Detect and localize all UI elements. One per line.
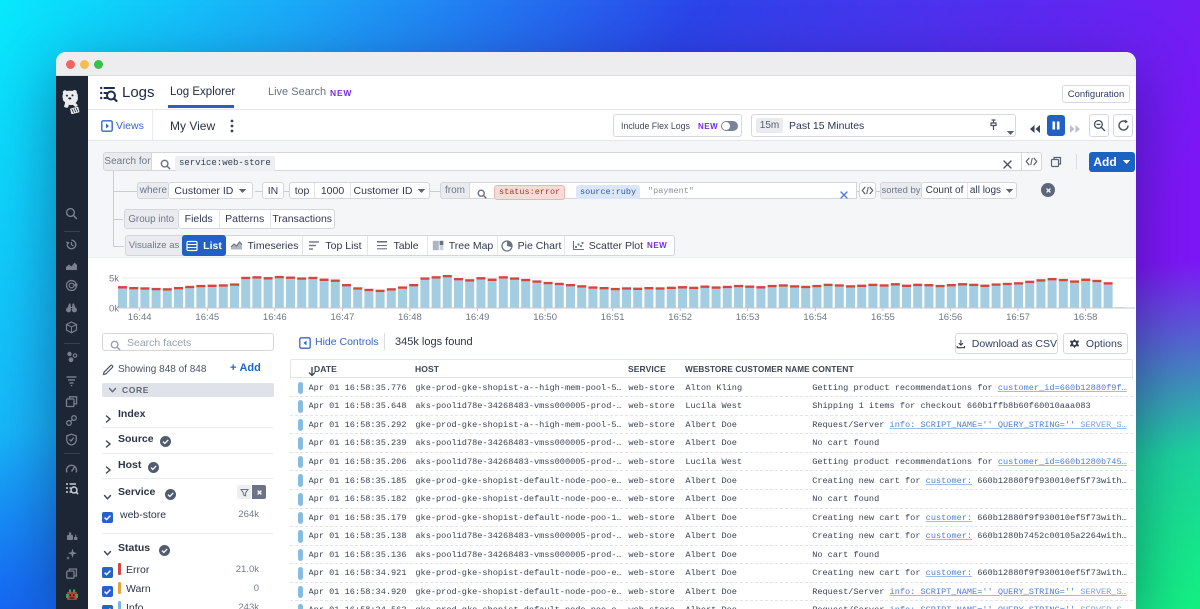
svg-text:16:49: 16:49 — [466, 312, 490, 323]
svg-text:16:48: 16:48 — [398, 312, 422, 323]
svg-text:16:46: 16:46 — [263, 312, 287, 323]
svg-text:16:53: 16:53 — [736, 312, 760, 323]
svg-text:16:45: 16:45 — [195, 312, 219, 323]
svg-text:16:58: 16:58 — [1074, 312, 1098, 323]
svg-text:5k: 5k — [109, 274, 119, 285]
svg-text:16:57: 16:57 — [1006, 312, 1030, 323]
svg-text:16:54: 16:54 — [803, 312, 827, 323]
svg-text:16:50: 16:50 — [533, 312, 557, 323]
svg-text:16:44: 16:44 — [128, 312, 152, 323]
svg-text:16:55: 16:55 — [871, 312, 895, 323]
svg-text:16:51: 16:51 — [601, 312, 625, 323]
svg-text:16:52: 16:52 — [668, 312, 692, 323]
svg-text:16:47: 16:47 — [331, 312, 355, 323]
svg-text:0k: 0k — [109, 304, 119, 315]
svg-text:16:56: 16:56 — [939, 312, 963, 323]
